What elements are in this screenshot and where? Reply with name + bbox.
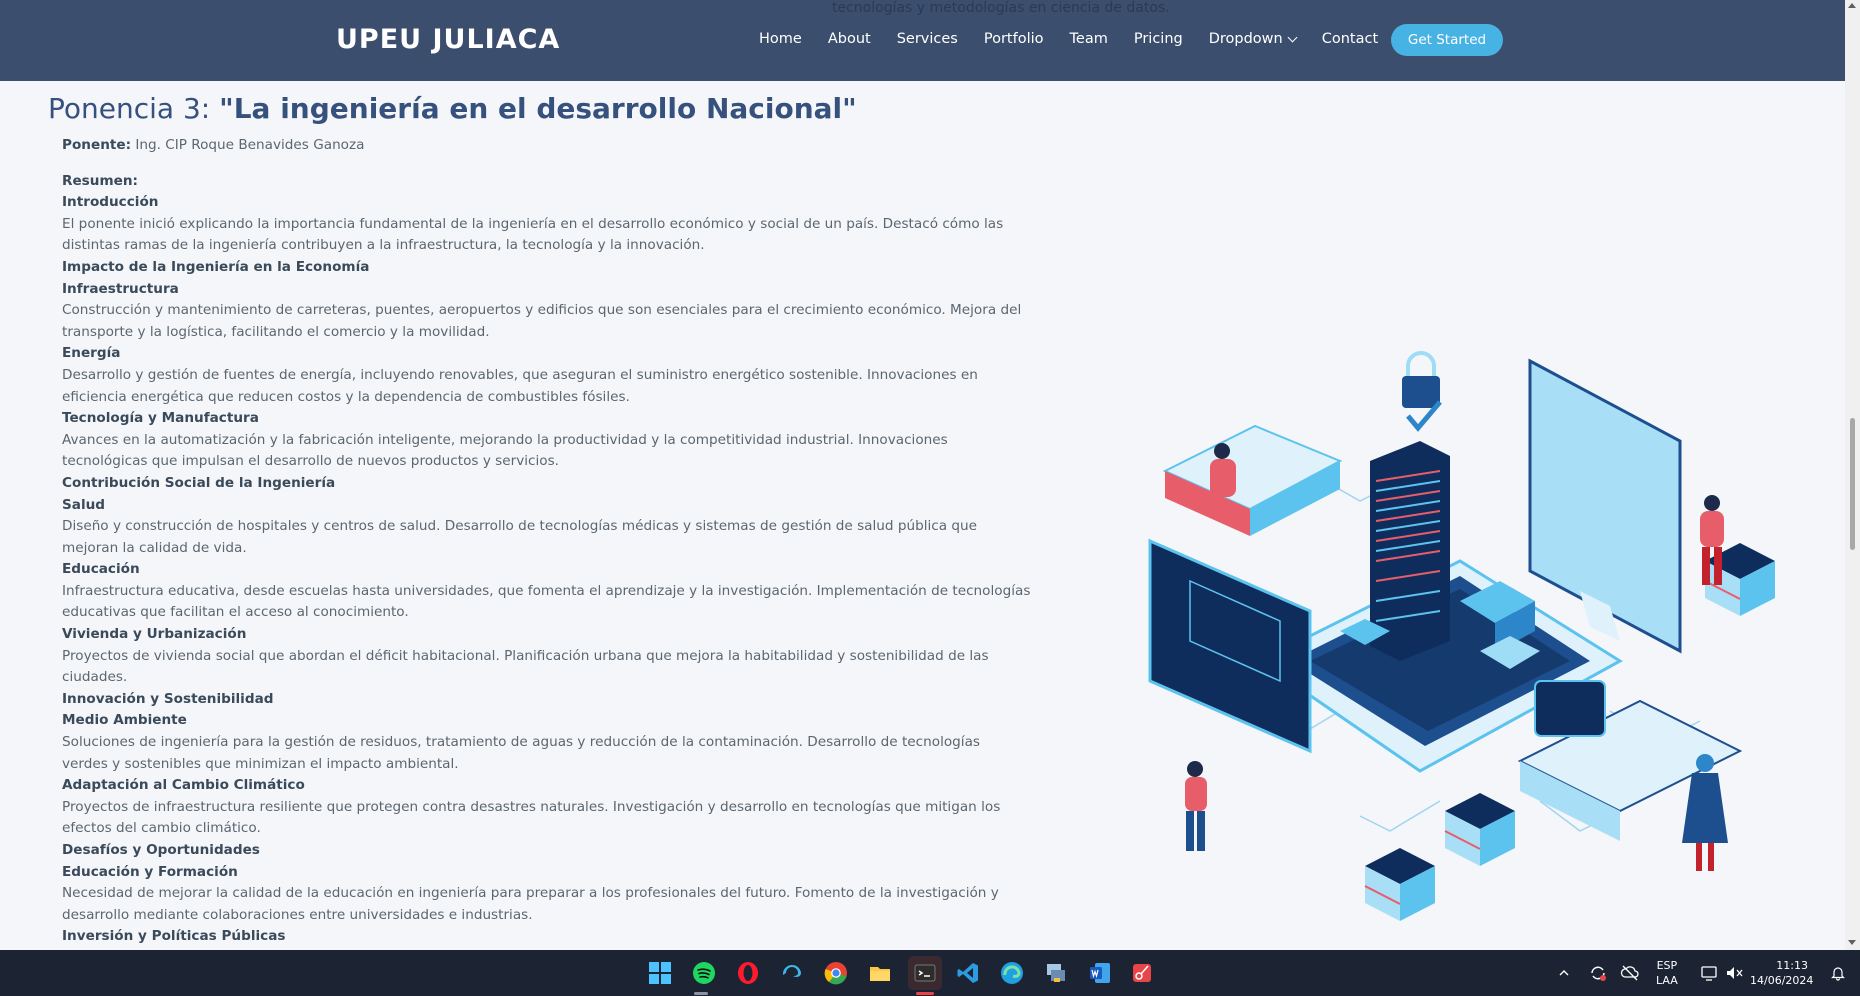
edge-icon[interactable]: [998, 959, 1026, 987]
network-icon[interactable]: [1700, 964, 1720, 982]
paragraph-line: ciudades.: [62, 669, 128, 686]
main-content: Ponencia 3: "La ingeniería en el desarro…: [0, 81, 1845, 950]
section-heading: Medio Ambiente: [62, 712, 187, 729]
paragraph-line: desarrollo mediante colaboraciones entre…: [62, 906, 533, 923]
section-heading: Innovación y Sostenibilidad: [62, 690, 274, 707]
section-heading: Tecnología y Manufactura: [62, 410, 259, 427]
speaker-line: Ponente: Ing. CIP Roque Benavides Ganoza: [62, 135, 1012, 157]
speaker-label: Ponente:: [62, 137, 132, 153]
page-title-prefix: Ponencia 3:: [48, 92, 220, 125]
paragraph-line: tecnológicas que impulsan el desarrollo …: [62, 453, 560, 470]
language-indicator[interactable]: ESP LAA: [1656, 958, 1678, 988]
nav-dropdown-label: Dropdown: [1208, 31, 1283, 47]
app-running-indicator: [694, 992, 708, 995]
nav-team[interactable]: Team: [1070, 31, 1108, 47]
section-heading: Vivienda y Urbanización: [62, 626, 247, 643]
section-heading: Adaptación al Cambio Climático: [62, 777, 305, 794]
nav-about[interactable]: About: [828, 31, 871, 47]
language-code: ESP: [1656, 959, 1678, 972]
scroll-down-icon[interactable]: [1848, 940, 1856, 945]
sync-icon[interactable]: [1588, 963, 1608, 983]
paragraph-line: eficiencia energética que reducen costos…: [62, 388, 630, 405]
scrolled-text-fragment: tecnologías y metodologías en ciencia de…: [832, 0, 1170, 16]
engineering-illustration: [1148, 351, 1775, 921]
section-heading: Contribución Social de la Ingeniería: [62, 474, 336, 491]
chrome-icon[interactable]: [822, 959, 850, 987]
windows-taskbar: ESP LAA 11:13 14/06/2024: [0, 950, 1860, 996]
section-heading: Impacto de la Ingeniería en la Economía: [62, 258, 370, 275]
paragraph-line: Proyectos de infraestructura resiliente …: [62, 798, 1001, 815]
page-title: Ponencia 3: "La ingeniería en el desarro…: [48, 92, 857, 125]
vscode-icon[interactable]: [954, 959, 982, 987]
clock-time: 11:13: [1776, 959, 1808, 972]
paragraph-line: mejoran la calidad de vida.: [62, 539, 247, 556]
paragraph-line: Diseño y construcción de hospitales y ce…: [62, 518, 978, 535]
section-heading: Desafíos y Oportunidades: [62, 842, 260, 858]
article-body: Ponente: Ing. CIP Roque Benavides Ganoza…: [62, 135, 1031, 948]
paragraph-line: Construcción y mantenimiento de carreter…: [62, 302, 1022, 319]
page-scrollbar[interactable]: [1845, 0, 1860, 950]
section-heading: Inversión y Políticas Públicas: [62, 928, 286, 945]
nav-pricing[interactable]: Pricing: [1134, 31, 1183, 47]
nav-services[interactable]: Services: [897, 31, 958, 47]
nav-contact[interactable]: Contact: [1322, 31, 1378, 47]
opera-icon[interactable]: [734, 959, 762, 987]
section-heading: Introducción: [62, 194, 159, 211]
volume-muted-icon[interactable]: [1724, 964, 1744, 982]
file-explorer-icon[interactable]: [866, 959, 894, 987]
paragraph-line: Necesidad de mejorar la calidad de la ed…: [62, 885, 999, 902]
paragraph-line: Proyectos de vivienda social que abordan…: [62, 647, 989, 664]
network-app-icon[interactable]: [1042, 959, 1070, 987]
paragraph-line: distintas ramas de la ingeniería contrib…: [62, 237, 705, 254]
windows-start-icon[interactable]: [646, 959, 674, 987]
paragraph-line: Soluciones de ingeniería para la gestión…: [62, 734, 980, 751]
paragraph-line: transporte y la logística, facilitando e…: [62, 323, 490, 340]
paragraph-line: Infraestructura educativa, desde escuela…: [62, 582, 1031, 599]
notification-bell-icon[interactable]: [1830, 965, 1846, 981]
word-icon[interactable]: [1086, 959, 1114, 987]
keyboard-layout: LAA: [1656, 974, 1678, 987]
terminal-icon[interactable]: [908, 956, 942, 990]
section-heading: Infraestructura: [62, 280, 179, 297]
nav-home[interactable]: Home: [759, 31, 802, 47]
site-header: tecnologías y metodologías en ciencia de…: [0, 0, 1845, 81]
section-heading: Salud: [62, 496, 106, 513]
summary-lines: Introducción El ponente inició explicando…: [62, 192, 1031, 948]
nav-dropdown[interactable]: Dropdown: [1208, 31, 1298, 47]
app-active-indicator: [916, 992, 934, 995]
clock-date: 14/06/2024: [1750, 974, 1814, 987]
spotify-icon[interactable]: [690, 959, 718, 987]
clock[interactable]: 11:13 14/06/2024: [1750, 958, 1814, 988]
paragraph-line: efectos del cambio climático.: [62, 820, 261, 837]
paragraph-line: El ponente inició explicando la importan…: [62, 215, 1004, 232]
chevron-up-icon[interactable]: [1558, 967, 1570, 979]
summary-label: Resumen:: [62, 172, 138, 189]
nav-portfolio[interactable]: Portfolio: [984, 31, 1044, 47]
get-started-button[interactable]: Get Started: [1391, 24, 1503, 56]
paragraph-line: Avances en la automatización y la fabric…: [62, 431, 948, 448]
paragraph-line: verdes y sostenibles que minimizan el im…: [62, 755, 459, 772]
cloud-off-icon[interactable]: [1620, 964, 1640, 982]
section-heading: Educación y Formación: [62, 863, 238, 880]
chevron-down-icon: [1287, 32, 1298, 42]
section-heading: Energía: [62, 345, 121, 362]
main-nav: Home About Services Portfolio Team Prici…: [759, 31, 1404, 47]
scroll-up-icon[interactable]: [1848, 3, 1856, 8]
snipping-tool-icon[interactable]: [1128, 959, 1156, 987]
paragraph-line: educativas que facilitan el acceso al co…: [62, 604, 409, 621]
scrollbar-thumb[interactable]: [1850, 418, 1855, 550]
edge-dev-icon[interactable]: [778, 959, 806, 987]
paragraph-line: Desarrollo y gestión de fuentes de energ…: [62, 366, 978, 383]
page-title-main: "La ingeniería en el desarrollo Nacional…: [219, 92, 857, 125]
speaker-name: Ing. CIP Roque Benavides Ganoza: [131, 137, 365, 153]
section-heading: Educación: [62, 561, 140, 578]
site-logo[interactable]: UPEU JULIACA: [336, 24, 560, 55]
